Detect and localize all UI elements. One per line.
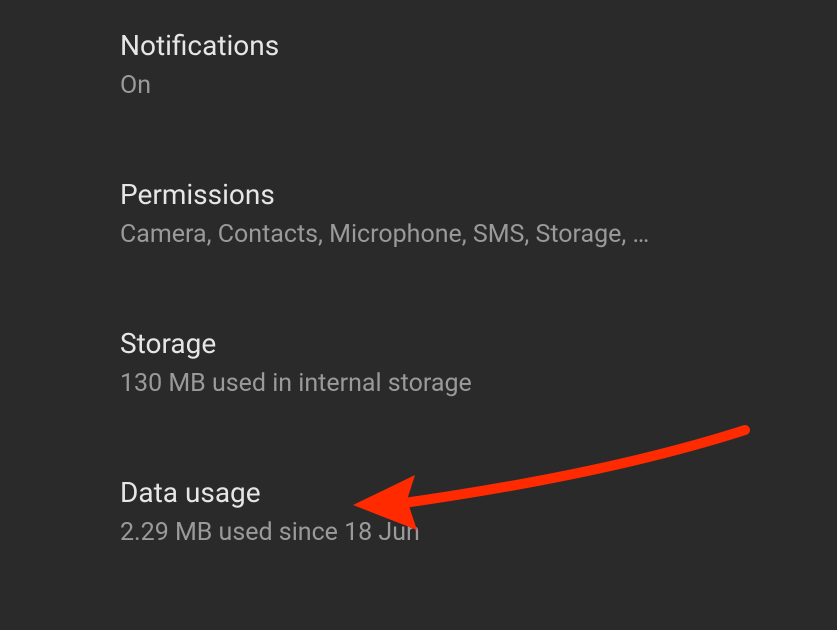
permissions-title: Permissions <box>120 177 807 213</box>
data-usage-setting[interactable]: Data usage 2.29 MB used since 18 Jun <box>120 457 807 568</box>
permissions-setting[interactable]: Permissions Camera, Contacts, Microphone… <box>120 159 807 270</box>
app-settings-list: Notifications On Permissions Camera, Con… <box>0 0 837 568</box>
notifications-title: Notifications <box>120 28 807 64</box>
data-usage-title: Data usage <box>120 475 807 511</box>
storage-subtitle: 130 MB used in internal storage <box>120 368 807 401</box>
storage-title: Storage <box>120 326 807 362</box>
notifications-subtitle: On <box>120 70 807 103</box>
permissions-subtitle: Camera, Contacts, Microphone, SMS, Stora… <box>120 219 807 252</box>
storage-setting[interactable]: Storage 130 MB used in internal storage <box>120 308 807 419</box>
data-usage-subtitle: 2.29 MB used since 18 Jun <box>120 517 807 550</box>
notifications-setting[interactable]: Notifications On <box>120 10 807 121</box>
